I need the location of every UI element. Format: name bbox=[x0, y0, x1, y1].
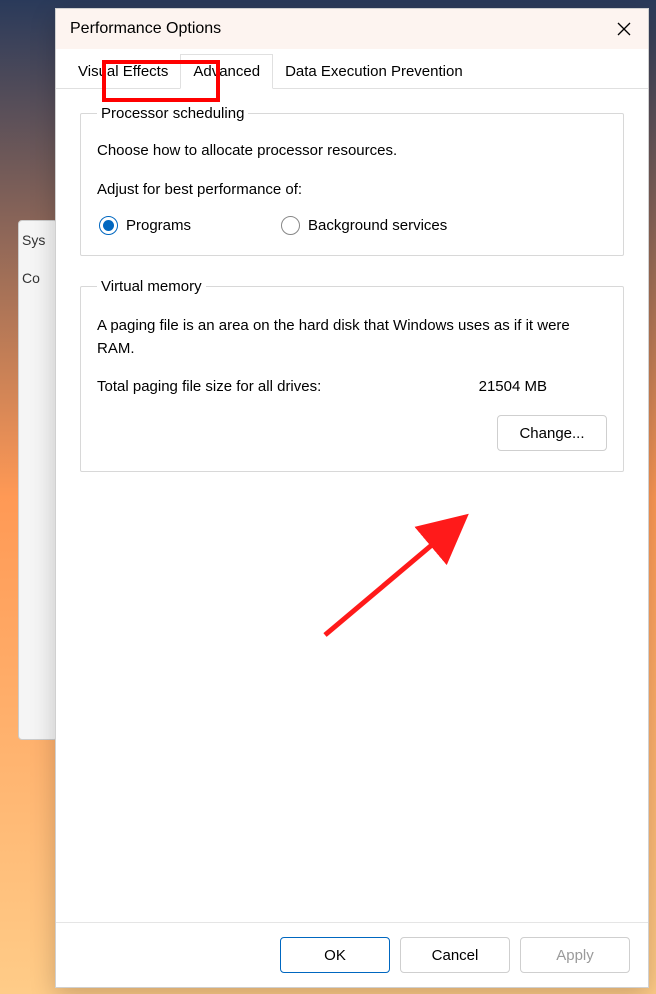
processor-scheduling-legend: Processor scheduling bbox=[97, 105, 248, 122]
dialog-content: Processor scheduling Choose how to alloc… bbox=[56, 89, 648, 922]
apply-button[interactable]: Apply bbox=[520, 937, 630, 973]
radio-programs-label: Programs bbox=[126, 217, 191, 234]
virtual-memory-legend: Virtual memory bbox=[97, 278, 206, 295]
background-label-truncated: Sys bbox=[22, 232, 45, 248]
dialog-title: Performance Options bbox=[70, 20, 221, 38]
radio-icon bbox=[281, 216, 300, 235]
tab-advanced[interactable]: Advanced bbox=[180, 54, 273, 89]
cancel-button[interactable]: Cancel bbox=[400, 937, 510, 973]
paging-total-label: Total paging file size for all drives: bbox=[97, 378, 321, 395]
virtual-memory-total-row: Total paging file size for all drives: 2… bbox=[97, 378, 607, 395]
virtual-memory-desc: A paging file is an area on the hard dis… bbox=[97, 315, 607, 360]
radio-background-label: Background services bbox=[308, 217, 447, 234]
close-button[interactable] bbox=[614, 19, 634, 39]
background-window bbox=[18, 220, 58, 740]
processor-desc: Choose how to allocate processor resourc… bbox=[97, 142, 607, 159]
virtual-memory-group: Virtual memory A paging file is an area … bbox=[80, 278, 624, 472]
radio-background-services[interactable]: Background services bbox=[281, 216, 447, 235]
background-label-truncated-2: Co bbox=[22, 270, 40, 286]
processor-scheduling-group: Processor scheduling Choose how to alloc… bbox=[80, 105, 624, 256]
close-icon bbox=[617, 22, 631, 36]
tab-data-execution-prevention[interactable]: Data Execution Prevention bbox=[273, 55, 475, 88]
radio-programs[interactable]: Programs bbox=[99, 216, 191, 235]
ok-button[interactable]: OK bbox=[280, 937, 390, 973]
dialog-footer: OK Cancel Apply bbox=[56, 922, 648, 987]
processor-radio-row: Programs Background services bbox=[97, 216, 607, 235]
change-button[interactable]: Change... bbox=[497, 415, 607, 451]
processor-subhead: Adjust for best performance of: bbox=[97, 181, 607, 198]
paging-total-value: 21504 MB bbox=[479, 378, 547, 395]
radio-icon bbox=[99, 216, 118, 235]
tab-visual-effects[interactable]: Visual Effects bbox=[66, 55, 180, 88]
performance-options-dialog: Performance Options Visual Effects Advan… bbox=[55, 8, 649, 988]
tab-strip: Visual Effects Advanced Data Execution P… bbox=[56, 49, 648, 89]
titlebar: Performance Options bbox=[56, 9, 648, 49]
